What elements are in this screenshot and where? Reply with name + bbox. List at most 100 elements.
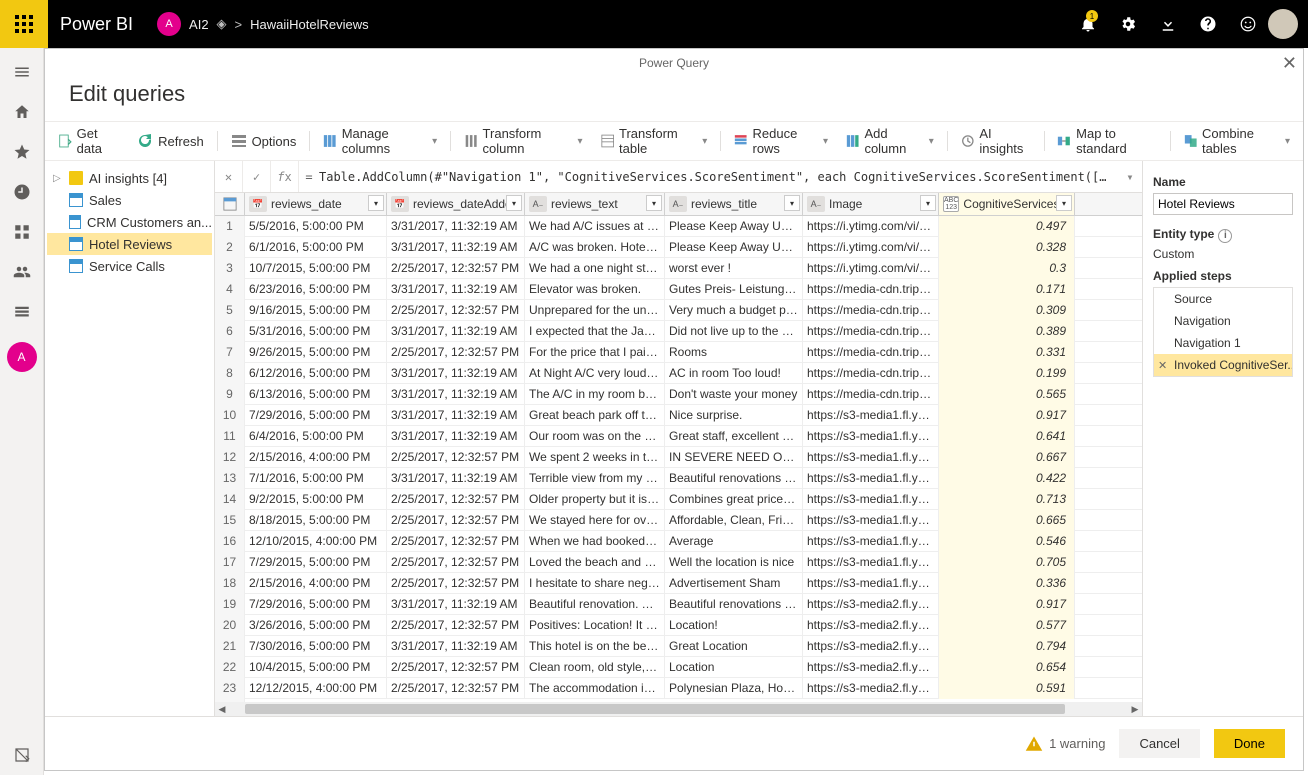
cell[interactable]: Location!: [665, 615, 803, 636]
ribbon-combine-tables[interactable]: Combine tables▾: [1177, 122, 1297, 160]
cell[interactable]: 3/31/2017, 11:32:19 AM: [387, 384, 525, 405]
table-row[interactable]: 59/16/2015, 5:00:00 PM2/25/2017, 12:32:5…: [215, 300, 1142, 321]
cell[interactable]: https://s3-media1.fl.yelpcd...: [803, 447, 939, 468]
cell[interactable]: 0.705: [939, 552, 1075, 573]
cell[interactable]: 0.497: [939, 216, 1075, 237]
cell[interactable]: 2/15/2016, 4:00:00 PM: [245, 447, 387, 468]
cell[interactable]: 0.591: [939, 678, 1075, 699]
nav-apps[interactable]: [0, 212, 44, 252]
nav-home[interactable]: [0, 92, 44, 132]
cell[interactable]: 3/31/2017, 11:32:19 AM: [387, 468, 525, 489]
cell[interactable]: 2/25/2017, 12:32:57 PM: [387, 300, 525, 321]
cell[interactable]: Location: [665, 657, 803, 678]
column-header[interactable]: A₋reviews_title▾: [665, 193, 803, 215]
cell[interactable]: 3/26/2016, 5:00:00 PM: [245, 615, 387, 636]
cell[interactable]: 0.917: [939, 594, 1075, 615]
table-row[interactable]: 107/29/2016, 5:00:00 PM3/31/2017, 11:32:…: [215, 405, 1142, 426]
cell[interactable]: We had A/C issues at 3:30 ...: [525, 216, 665, 237]
cell[interactable]: Our room was on the bott...: [525, 426, 665, 447]
cell[interactable]: 6/1/2016, 5:00:00 PM: [245, 237, 387, 258]
ribbon-ai-insights[interactable]: AI insights: [954, 122, 1038, 160]
cell[interactable]: 0.199: [939, 363, 1075, 384]
cell[interactable]: 0.565: [939, 384, 1075, 405]
cell[interactable]: 10/7/2015, 5:00:00 PM: [245, 258, 387, 279]
cell[interactable]: 0.546: [939, 531, 1075, 552]
cell[interactable]: 0.389: [939, 321, 1075, 342]
column-filter-button[interactable]: ▾: [506, 195, 522, 211]
applied-step[interactable]: Source: [1154, 288, 1292, 310]
cell[interactable]: Beautiful renovations locat...: [665, 468, 803, 489]
info-icon[interactable]: i: [1218, 229, 1232, 243]
cell[interactable]: 0.328: [939, 237, 1075, 258]
cell[interactable]: 5/31/2016, 5:00:00 PM: [245, 321, 387, 342]
row-number[interactable]: 19: [215, 594, 245, 615]
cell[interactable]: Nice surprise.: [665, 405, 803, 426]
cell[interactable]: https://s3-media1.fl.yelpcd...: [803, 552, 939, 573]
cell[interactable]: IN SEVERE NEED OF UPDA...: [665, 447, 803, 468]
cell[interactable]: https://media-cdn.tripadvi...: [803, 342, 939, 363]
nav-collapse-button[interactable]: [0, 52, 44, 92]
row-number[interactable]: 7: [215, 342, 245, 363]
cell[interactable]: https://s3-media2.fl.yelpcd...: [803, 636, 939, 657]
column-header[interactable]: A₋reviews_text▾: [525, 193, 665, 215]
row-number[interactable]: 23: [215, 678, 245, 699]
cell[interactable]: Terrible view from my $300...: [525, 468, 665, 489]
ribbon-add-column[interactable]: Add column▾: [839, 122, 941, 160]
cell[interactable]: Combines great price with ...: [665, 489, 803, 510]
cell[interactable]: 7/1/2016, 5:00:00 PM: [245, 468, 387, 489]
app-launcher-button[interactable]: [0, 0, 48, 48]
nav-favorites[interactable]: [0, 132, 44, 172]
download-button[interactable]: [1148, 0, 1188, 48]
cell[interactable]: Elevator was broken.: [525, 279, 665, 300]
cell[interactable]: 3/31/2017, 11:32:19 AM: [387, 216, 525, 237]
user-avatar[interactable]: [1268, 0, 1308, 48]
table-row[interactable]: 158/18/2015, 5:00:00 PM2/25/2017, 12:32:…: [215, 510, 1142, 531]
row-number[interactable]: 13: [215, 468, 245, 489]
cell[interactable]: 3/31/2017, 11:32:19 AM: [387, 279, 525, 300]
nav-workspaces[interactable]: [0, 292, 44, 332]
cell[interactable]: 0.665: [939, 510, 1075, 531]
cell[interactable]: 3/31/2017, 11:32:19 AM: [387, 405, 525, 426]
cell[interactable]: 6/23/2016, 5:00:00 PM: [245, 279, 387, 300]
cell[interactable]: 9/2/2015, 5:00:00 PM: [245, 489, 387, 510]
cell[interactable]: 3/31/2017, 11:32:19 AM: [387, 363, 525, 384]
dialog-close-button[interactable]: ✕: [1282, 53, 1297, 74]
cell[interactable]: https://s3-media1.fl.yelpcd...: [803, 510, 939, 531]
table-row[interactable]: 149/2/2015, 5:00:00 PM2/25/2017, 12:32:5…: [215, 489, 1142, 510]
cell[interactable]: Positives: Location! It is on ...: [525, 615, 665, 636]
row-number[interactable]: 6: [215, 321, 245, 342]
cell[interactable]: 2/25/2017, 12:32:57 PM: [387, 552, 525, 573]
table-row[interactable]: 217/30/2016, 5:00:00 PM3/31/2017, 11:32:…: [215, 636, 1142, 657]
table-row[interactable]: 122/15/2016, 4:00:00 PM2/25/2017, 12:32:…: [215, 447, 1142, 468]
cell[interactable]: Very much a budget place: [665, 300, 803, 321]
table-row[interactable]: 1612/10/2015, 4:00:00 PM2/25/2017, 12:32…: [215, 531, 1142, 552]
cell[interactable]: 2/15/2016, 4:00:00 PM: [245, 573, 387, 594]
cell[interactable]: 0.654: [939, 657, 1075, 678]
table-row[interactable]: 116/4/2016, 5:00:00 PM3/31/2017, 11:32:1…: [215, 426, 1142, 447]
cell[interactable]: 2/25/2017, 12:32:57 PM: [387, 573, 525, 594]
column-filter-button[interactable]: ▾: [1056, 195, 1072, 211]
cell[interactable]: 0.336: [939, 573, 1075, 594]
feedback-button[interactable]: [1228, 0, 1268, 48]
cell[interactable]: https://media-cdn.tripadvi...: [803, 300, 939, 321]
cell[interactable]: AC in room Too loud!: [665, 363, 803, 384]
ribbon-refresh[interactable]: Refresh: [130, 129, 211, 153]
row-number[interactable]: 16: [215, 531, 245, 552]
column-header[interactable]: 📅reviews_date▾: [245, 193, 387, 215]
cell[interactable]: 5/5/2016, 5:00:00 PM: [245, 216, 387, 237]
workspace-avatar[interactable]: A: [157, 12, 181, 36]
cell[interactable]: This hotel is on the beach ...: [525, 636, 665, 657]
cell[interactable]: Loved the beach and service: [525, 552, 665, 573]
cell[interactable]: 9/16/2015, 5:00:00 PM: [245, 300, 387, 321]
cell[interactable]: https://s3-media2.fl.yelpcd...: [803, 594, 939, 615]
row-number[interactable]: 22: [215, 657, 245, 678]
cell[interactable]: https://media-cdn.tripadvi...: [803, 363, 939, 384]
table-row[interactable]: 2312/12/2015, 4:00:00 PM2/25/2017, 12:32…: [215, 678, 1142, 699]
table-row[interactable]: 2210/4/2015, 5:00:00 PM2/25/2017, 12:32:…: [215, 657, 1142, 678]
cell[interactable]: Rooms: [665, 342, 803, 363]
grid-corner[interactable]: [215, 193, 245, 215]
cell[interactable]: 3/31/2017, 11:32:19 AM: [387, 321, 525, 342]
done-button[interactable]: Done: [1214, 729, 1285, 758]
cell[interactable]: https://s3-media1.fl.yelpcd...: [803, 468, 939, 489]
row-number[interactable]: 20: [215, 615, 245, 636]
